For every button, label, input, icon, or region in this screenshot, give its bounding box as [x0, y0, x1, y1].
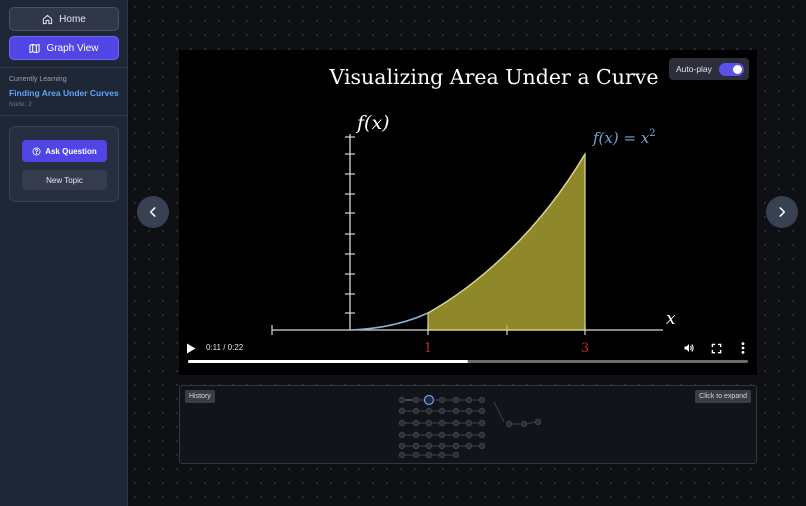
- history-node: [452, 407, 460, 415]
- history-node: [478, 407, 486, 415]
- history-node: [412, 442, 420, 450]
- history-panel[interactable]: History Click to expand: [179, 385, 757, 464]
- video-title: Visualizing Area Under a Curve: [329, 65, 659, 89]
- new-topic-label: New Topic: [46, 175, 83, 185]
- previous-button[interactable]: [137, 196, 169, 228]
- home-label: Home: [59, 13, 86, 25]
- video-frame: Visualizing Area Under a Curve f(x) x f(…: [271, 65, 676, 356]
- time-display: 0:11 / 0:22: [206, 343, 244, 352]
- progress-fill: [188, 360, 468, 363]
- next-button[interactable]: [766, 196, 798, 228]
- history-node: [452, 431, 460, 439]
- history-node: [438, 431, 446, 439]
- history-node: [412, 451, 420, 459]
- current-topic-link[interactable]: Finding Area Under Curves: [9, 88, 119, 98]
- curve-label-exponent: 2: [649, 128, 655, 139]
- history-node: [478, 431, 486, 439]
- new-topic-button[interactable]: New Topic: [22, 170, 107, 190]
- play-icon: [187, 343, 196, 353]
- more-options-button[interactable]: [735, 340, 751, 356]
- graph-view-label: Graph View: [46, 42, 99, 54]
- map-icon: [29, 43, 41, 53]
- autoplay-toggle[interactable]: [718, 62, 744, 76]
- action-card: Ask Question New Topic: [9, 126, 119, 202]
- fullscreen-icon: [711, 343, 721, 353]
- history-node: [438, 442, 446, 450]
- history-graph-nodes: [398, 394, 542, 459]
- history-node: [478, 419, 486, 427]
- sidebar: Home Graph View Currently Learning Findi…: [0, 0, 128, 506]
- history-node: [478, 396, 486, 404]
- history-node: [465, 419, 473, 427]
- history-node: [438, 407, 446, 415]
- expand-button[interactable]: Click to expand: [695, 390, 751, 403]
- x-axis-label: x: [666, 309, 676, 329]
- area-under-curve: [427, 151, 586, 331]
- history-node: [398, 419, 406, 427]
- history-node: [398, 451, 406, 459]
- more-vertical-icon: [741, 342, 745, 354]
- history-node: [520, 420, 528, 428]
- home-icon: [43, 14, 53, 24]
- history-node: [438, 419, 446, 427]
- history-node: [452, 419, 460, 427]
- history-node: [478, 442, 486, 450]
- history-node: [425, 419, 433, 427]
- chevron-right-icon: [779, 207, 786, 217]
- sidebar-divider: [0, 115, 128, 116]
- help-circle-icon: [32, 147, 41, 155]
- history-node: [465, 431, 473, 439]
- home-button[interactable]: Home: [9, 7, 119, 31]
- history-node: [438, 451, 446, 459]
- y-axis-label: f(x): [355, 112, 390, 134]
- history-edge: [493, 401, 505, 423]
- history-node: [465, 396, 473, 404]
- ask-question-label: Ask Question: [45, 146, 97, 156]
- volume-icon: [684, 344, 694, 352]
- autoplay-label: Auto-play: [676, 64, 712, 74]
- history-node: [425, 451, 433, 459]
- autoplay-control: Auto-play: [669, 58, 749, 80]
- sidebar-divider: [0, 67, 128, 68]
- history-node: [425, 407, 433, 415]
- play-button[interactable]: [183, 340, 199, 356]
- currently-learning-label: Currently Learning: [9, 76, 67, 83]
- video-player[interactable]: Visualizing Area Under a Curve f(x) x f(…: [179, 50, 757, 375]
- history-node: [465, 407, 473, 415]
- history-node: [438, 396, 446, 404]
- history-node: [425, 431, 433, 439]
- node-label: Node: 2: [9, 101, 32, 108]
- history-node: [398, 431, 406, 439]
- history-graph: [398, 394, 542, 459]
- history-node: [398, 407, 406, 415]
- history-node: [452, 396, 460, 404]
- history-node: [398, 396, 406, 404]
- history-node: [452, 451, 460, 459]
- history-node: [412, 396, 420, 404]
- progress-bar[interactable]: [188, 360, 748, 363]
- history-tag: History: [185, 390, 215, 403]
- function-curve: [349, 312, 429, 331]
- video-controls: 0:11 / 0:22: [179, 336, 757, 366]
- history-node: [505, 420, 513, 428]
- fullscreen-button[interactable]: [708, 340, 724, 356]
- chevron-left-icon: [149, 207, 156, 217]
- history-node: [465, 442, 473, 450]
- history-node: [534, 418, 542, 426]
- graph-view-button[interactable]: Graph View: [9, 36, 119, 60]
- history-node: [412, 431, 420, 439]
- history-node: [412, 419, 420, 427]
- history-node: [412, 407, 420, 415]
- volume-button[interactable]: [681, 340, 697, 356]
- ask-question-button[interactable]: Ask Question: [22, 140, 107, 162]
- history-node: [398, 442, 406, 450]
- curve-label-main: f(x) = x: [592, 129, 650, 147]
- curve-label: f(x) = x2: [592, 128, 656, 147]
- history-node: [452, 442, 460, 450]
- history-edge: [526, 421, 536, 425]
- history-node: [425, 442, 433, 450]
